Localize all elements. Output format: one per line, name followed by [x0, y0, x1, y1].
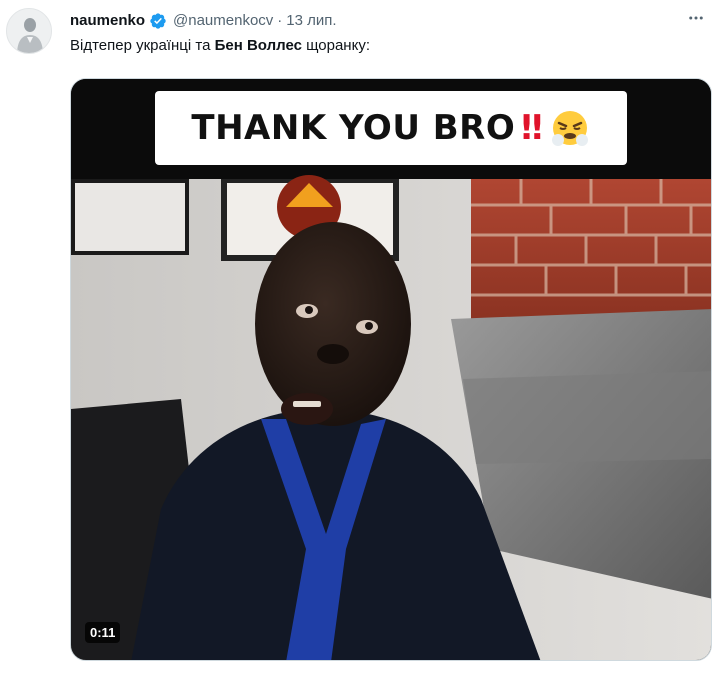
tweet-header: naumenko @naumenkocv · 13 лип. [70, 8, 337, 32]
caption-bangs: ‼ [521, 108, 543, 148]
separator-dot: · [277, 11, 283, 29]
face-with-steam-icon [549, 107, 591, 149]
author-name[interactable]: naumenko [70, 12, 145, 29]
video-duration: 0:11 [85, 622, 121, 643]
avatar-person-icon [7, 9, 51, 53]
video-player[interactable]: THANK YOU BRO ‼ 0:11 [70, 78, 712, 661]
video-caption: THANK YOU BRO ‼ [155, 91, 627, 165]
verified-badge-icon [149, 12, 167, 30]
video-frame [71, 79, 711, 660]
more-options-icon[interactable] [686, 8, 706, 28]
tweet-text-part: щоранку: [301, 37, 370, 54]
tweet-text: Відтепер українці та Бен Воллес щоранку: [70, 36, 370, 56]
caption-text: THANK YOU BRO [191, 108, 516, 148]
tweet-card[interactable]: naumenko @naumenkocv · 13 лип. Відтепер … [0, 0, 718, 673]
tweet-text-part: Відтепер українці та [70, 37, 215, 54]
tweet-text-bold[interactable]: Бен Воллес [215, 37, 302, 54]
avatar[interactable] [6, 8, 52, 54]
tweet-date[interactable]: 13 лип. [286, 12, 336, 29]
author-handle[interactable]: @naumenkocv [173, 12, 273, 29]
